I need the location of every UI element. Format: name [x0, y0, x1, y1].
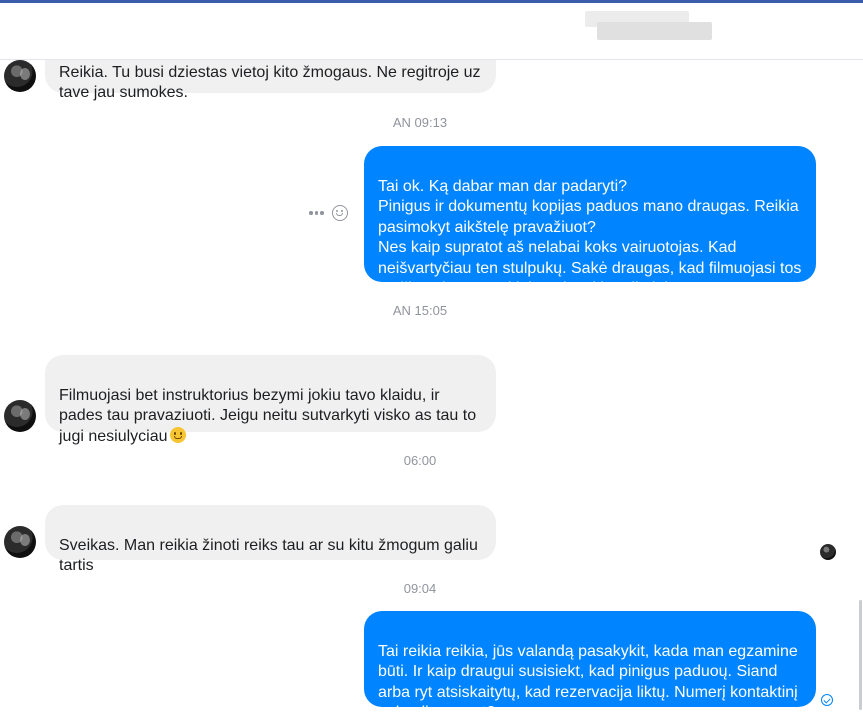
scrollbar[interactable] [859, 600, 862, 710]
outgoing-message-bubble[interactable]: Tai ok. Ką dabar man dar padaryti? Pinig… [364, 146, 816, 297]
emoji-react-icon[interactable] [331, 205, 348, 221]
incoming-message-bubble[interactable]: Filmuojasi bet instruktorius bezymi joki… [45, 355, 496, 445]
incoming-message-bubble[interactable]: Sveikas. Man reikia žinoti reiks tau ar … [45, 505, 496, 574]
message-text: Tai reikia reikia, jūs valandą pasakykit… [378, 642, 798, 722]
message-text: Filmuojasi bet instruktorius bezymi joki… [59, 386, 477, 445]
timestamp: 09:04 [403, 581, 437, 596]
conversation-header [0, 3, 863, 60]
more-dots-icon[interactable] [309, 211, 324, 215]
contact-avatar[interactable] [4, 400, 36, 432]
contact-avatar[interactable] [4, 60, 36, 92]
message-text: Sveikas. Man reikia žinoti reiks tau ar … [59, 536, 478, 575]
message-text: Tai ok. Ką dabar man dar padaryti? Pinig… [378, 177, 802, 298]
timestamp: AN 15:05 [392, 303, 448, 318]
timestamp: 06:00 [403, 453, 437, 468]
outgoing-message-bubble[interactable]: Tai reikia reikia, jūs valandą pasakykit… [364, 611, 816, 721]
smiley-emoji-icon [169, 426, 186, 443]
message-text: Reikia. Tu busi dziestas vietoj kito žmo… [59, 63, 481, 102]
blurred-contact-status [597, 22, 712, 40]
timestamp: AN 09:13 [392, 115, 448, 130]
seen-check-icon [821, 694, 833, 706]
message-actions [309, 203, 348, 223]
conversation-pane: Reikia. Tu busi dziestas vietoj kito žmo… [0, 0, 863, 721]
read-receipt-avatar [820, 544, 836, 560]
contact-avatar[interactable] [4, 526, 36, 558]
